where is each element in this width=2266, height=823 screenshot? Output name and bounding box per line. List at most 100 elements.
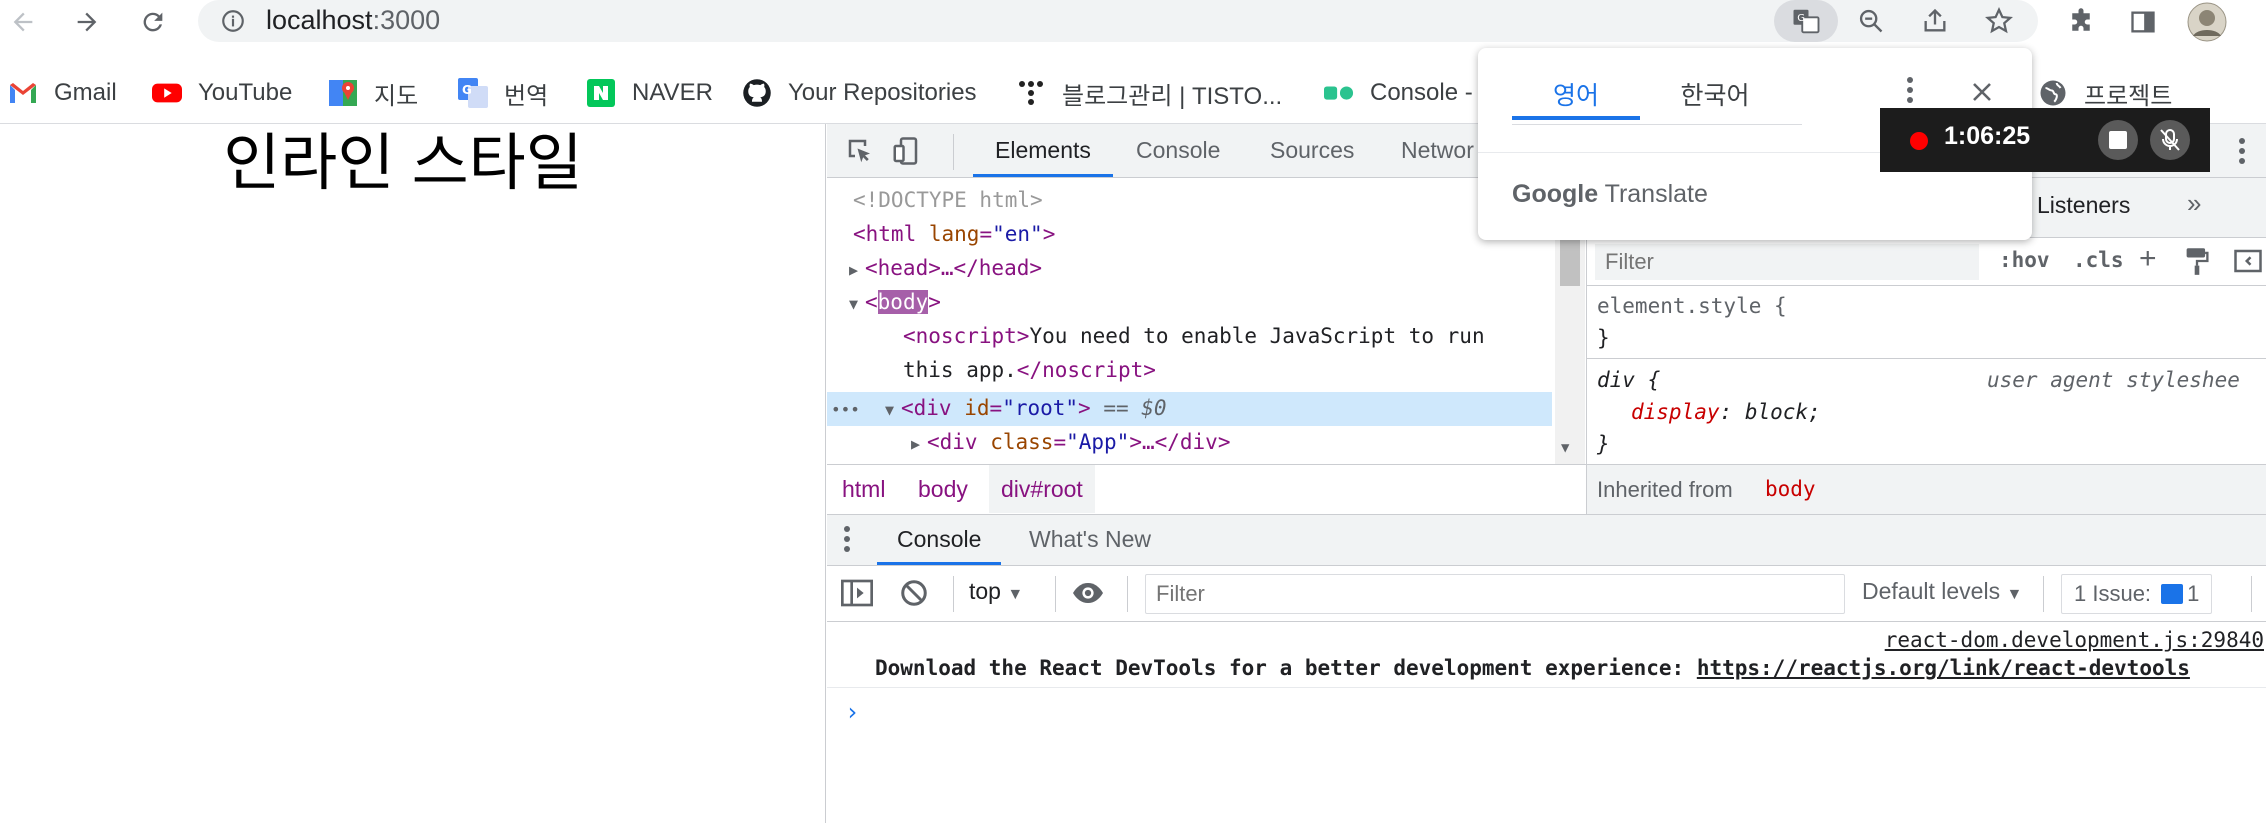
- profile-avatar[interactable]: [2186, 2, 2228, 42]
- bookmark-label: NAVER: [632, 79, 713, 106]
- toggle-sidebar-icon[interactable]: [2233, 246, 2263, 281]
- bookmark-translate[interactable]: G 번역: [458, 70, 548, 116]
- tab-elements[interactable]: Elements: [973, 124, 1113, 177]
- translate-options-icon[interactable]: [1906, 76, 1914, 109]
- issues-count: 1: [2187, 581, 2200, 606]
- new-rule-icon[interactable]: +: [2139, 242, 2157, 276]
- scroll-down-icon[interactable]: ▼: [1561, 440, 1569, 456]
- dom-div-app[interactable]: ▶ <div class="App">…</div>: [911, 426, 1230, 460]
- tag-text: <head>…</head>: [865, 256, 1043, 280]
- more-tabs-icon[interactable]: »: [2187, 188, 2201, 219]
- rule-divider: [1587, 358, 2266, 359]
- dom-noscript[interactable]: <noscript>You need to enable JavaScript …: [903, 320, 1485, 352]
- dom-html[interactable]: <html lang="en">: [853, 218, 1055, 250]
- translate-page-button[interactable]: G: [1774, 0, 1838, 42]
- drawer-menu-icon[interactable]: [843, 525, 851, 558]
- tab-network[interactable]: Networ: [1401, 124, 1474, 177]
- share-icon[interactable]: [1916, 2, 1954, 40]
- address-bar[interactable]: localhost:3000: [198, 0, 2038, 42]
- dom-doctype[interactable]: <!DOCTYPE html>: [853, 184, 1043, 216]
- bookmark-star-icon[interactable]: [1980, 2, 2018, 40]
- brace-text: }: [1597, 326, 1610, 350]
- hov-toggle[interactable]: :hov: [1999, 248, 2050, 272]
- svg-text:G: G: [462, 83, 472, 97]
- attr-value: "en": [992, 222, 1043, 246]
- issues-button[interactable]: 1 Issue: 1: [2061, 574, 2213, 614]
- tag-text: >…</div>: [1129, 430, 1231, 454]
- back-button[interactable]: [2, 2, 44, 42]
- attr-name: lang: [928, 222, 980, 246]
- forward-button[interactable]: [66, 2, 108, 42]
- avatar-icon: [2187, 2, 2227, 42]
- console-prompt[interactable]: ›: [845, 698, 859, 726]
- breadcrumb-div-root[interactable]: div#root: [989, 465, 1095, 513]
- dom-body[interactable]: ▼ <body>: [849, 286, 941, 320]
- live-expression-eye-icon[interactable]: [1071, 578, 1105, 613]
- mute-mic-button[interactable]: [2150, 120, 2190, 160]
- message-source-link[interactable]: react-dom.development.js:29840: [1885, 628, 2264, 652]
- devtools-menu-icon[interactable]: [2225, 134, 2259, 168]
- bookmark-tistory[interactable]: 블로그관리 | TISTO...: [1016, 70, 1282, 116]
- dom-div-root[interactable]: ▼ <div id="root"> == $0: [885, 392, 1167, 426]
- toolbar-separator: [953, 576, 954, 612]
- tab-console[interactable]: Console: [1136, 124, 1220, 177]
- div-rule-selector[interactable]: div {: [1597, 364, 1660, 396]
- side-panel-button[interactable]: [2122, 2, 2164, 42]
- inherited-section: Inherited from body: [1587, 464, 2266, 514]
- console-filter-input[interactable]: [1145, 574, 1845, 614]
- stop-recording-button[interactable]: [2098, 120, 2138, 160]
- attr-name: class: [990, 430, 1054, 454]
- tab-sources[interactable]: Sources: [1270, 124, 1354, 177]
- brace-text: }: [1597, 432, 1610, 456]
- element-style-rule[interactable]: element.style {: [1597, 290, 1787, 322]
- close-icon[interactable]: [1970, 80, 1994, 109]
- clear-console-icon[interactable]: [899, 578, 929, 613]
- dom-head[interactable]: ▶ <head>…</head>: [849, 252, 1042, 286]
- dropdown-arrow-icon: ▼: [2006, 586, 2023, 603]
- zoom-out-icon[interactable]: [1852, 2, 1890, 40]
- device-toolbar-icon[interactable]: [889, 134, 923, 168]
- more-icon: •••: [831, 400, 860, 419]
- css-declaration[interactable]: display: block;: [1631, 396, 1821, 428]
- bookmark-youtube[interactable]: YouTube: [152, 70, 292, 116]
- drawer-tab-console[interactable]: Console: [877, 515, 1002, 565]
- breadcrumb-body[interactable]: body: [918, 465, 968, 513]
- inherited-from-link[interactable]: body: [1765, 477, 1816, 501]
- console-message: react-dom.development.js:29840 Download …: [827, 622, 2266, 688]
- collapse-triangle-icon[interactable]: ▼: [849, 288, 865, 320]
- google-maps-icon: [328, 78, 358, 108]
- paint-roller-icon[interactable]: [2183, 246, 2211, 281]
- expand-triangle-icon[interactable]: ▶: [849, 254, 865, 286]
- extensions-button[interactable]: [2060, 2, 2102, 42]
- bookmark-console[interactable]: Console -: [1324, 70, 1473, 116]
- cls-toggle[interactable]: .cls: [2073, 248, 2124, 272]
- breadcrumb: html body div#root: [827, 464, 1587, 514]
- console-toolbar: top ▼ Default levels ▼ 1 Issue: 1: [827, 566, 2266, 622]
- dom-scrollbar-thumb[interactable]: [1560, 240, 1580, 286]
- drawer-tab-whats-new[interactable]: What's New: [1029, 515, 1151, 565]
- bookmark-gmail[interactable]: Gmail: [8, 70, 117, 116]
- styles-filter-input[interactable]: [1595, 244, 1979, 280]
- reload-button[interactable]: [132, 2, 174, 42]
- tab-event-listeners[interactable]: Listeners: [2037, 192, 2130, 219]
- context-selector[interactable]: top ▼: [969, 578, 1023, 605]
- inspect-element-icon[interactable]: [843, 134, 877, 168]
- breadcrumb-html[interactable]: html: [842, 465, 885, 513]
- toolbar-separator: [1127, 576, 1128, 612]
- language-tab-korean[interactable]: 한국어: [1640, 76, 1790, 120]
- bookmark-github[interactable]: Your Repositories: [742, 70, 977, 116]
- dom-ellipsis-button[interactable]: •••: [831, 392, 860, 426]
- react-devtools-link[interactable]: https://reactjs.org/link/react-devtools: [1697, 656, 2190, 680]
- collapse-triangle-icon[interactable]: ▼: [885, 394, 901, 426]
- expand-triangle-icon[interactable]: ▶: [911, 428, 927, 460]
- language-tab-english[interactable]: 영어: [1512, 76, 1640, 120]
- bookmark-maps[interactable]: 지도: [328, 70, 418, 116]
- show-sidebar-icon[interactable]: [841, 578, 873, 613]
- gmail-icon: [8, 78, 38, 108]
- log-levels-dropdown[interactable]: Default levels ▼: [1862, 578, 2022, 605]
- page-heading: 인라인 스타일: [223, 129, 583, 198]
- info-icon[interactable]: [214, 2, 252, 40]
- bookmark-naver[interactable]: NAVER: [586, 70, 713, 116]
- recording-dot-icon: [1910, 132, 1928, 150]
- selector-text: div {: [1597, 368, 1661, 392]
